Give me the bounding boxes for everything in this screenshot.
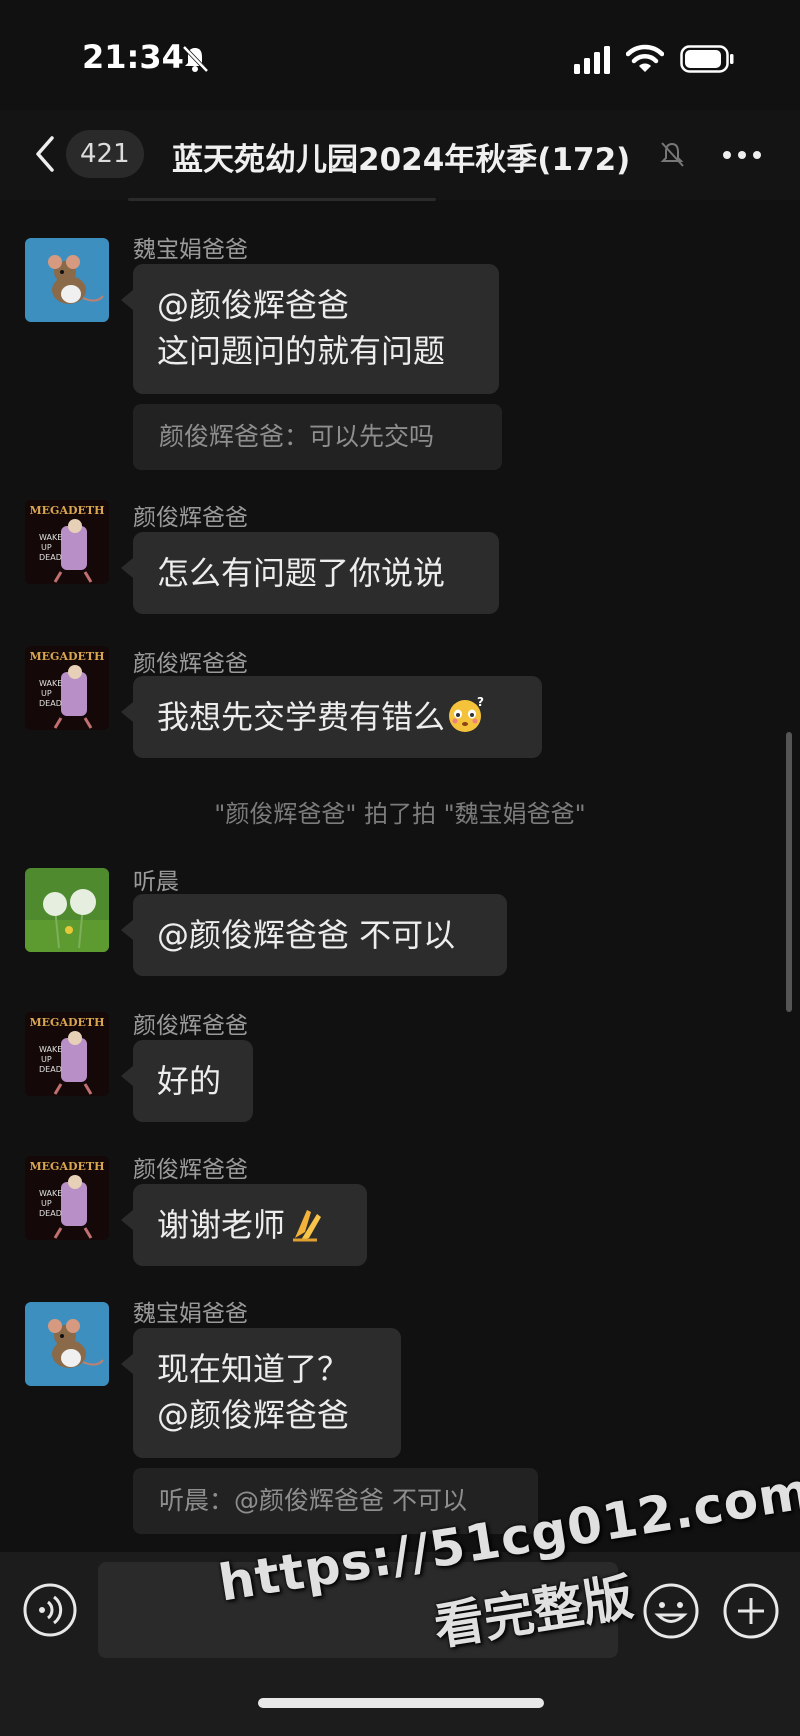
chat-header: 421 蓝天苑幼儿园2024年秋季(172)	[0, 110, 800, 200]
sender-name: 颜俊辉爸爸	[133, 505, 248, 531]
message-text: 谢谢老师	[157, 1206, 286, 1244]
unread-count-badge[interactable]: 421	[66, 130, 144, 178]
flushed-face-emoji: ?	[449, 695, 484, 732]
chat-input-bar	[0, 1552, 800, 1736]
wifi-icon	[626, 44, 664, 72]
svg-text:UP: UP	[41, 543, 52, 552]
message-bubble[interactable]: 现在知道了？ @颜俊辉爸爸	[121, 1328, 401, 1458]
svg-text:MEGADETH: MEGADETH	[30, 650, 105, 663]
scrollbar[interactable]	[786, 732, 792, 1012]
mouse-avatar-icon	[25, 1302, 109, 1386]
svg-text:UP: UP	[41, 1055, 52, 1064]
more-actions-plus-icon[interactable]	[722, 1582, 780, 1640]
svg-text:WAKE: WAKE	[39, 679, 62, 688]
emoji-picker-icon[interactable]	[642, 1582, 700, 1640]
pat-system-message: "颜俊辉爸爸" 拍了拍 "魏宝娟爸爸"	[214, 800, 586, 828]
more-options-icon[interactable]	[722, 150, 762, 160]
battery-icon	[680, 45, 734, 73]
back-chevron-icon[interactable]	[30, 132, 60, 176]
avatar-dandelion[interactable]	[25, 868, 109, 952]
cellular-signal-icon	[574, 46, 610, 74]
message-bubble[interactable]: 我想先交学费有错么 ?	[121, 676, 542, 758]
status-bar: 21:34	[0, 0, 800, 110]
dandelion-avatar-icon	[25, 868, 109, 952]
svg-text:WAKE: WAKE	[39, 1045, 62, 1054]
message-bubble[interactable]: 怎么有问题了你说说	[121, 532, 499, 614]
svg-text:MEGADETH: MEGADETH	[30, 1160, 105, 1173]
svg-text:DEAD: DEAD	[39, 553, 62, 562]
message-input[interactable]	[98, 1562, 618, 1658]
message-text: 我想先交学费有错么	[157, 698, 446, 736]
avatar-mouse[interactable]	[25, 1302, 109, 1386]
message-bubble[interactable]: 好的	[121, 1040, 253, 1122]
message-bubble[interactable]: @颜俊辉爸爸 这问题问的就有问题	[121, 264, 499, 394]
avatar-megadeth[interactable]: MEGADETH WAKE UP DEAD	[25, 1012, 109, 1096]
folded-hands-emoji	[293, 1210, 322, 1242]
sender-name: 颜俊辉爸爸	[133, 651, 248, 677]
quoted-reply[interactable]: 听晨：@颜俊辉爸爸 不可以	[133, 1468, 538, 1534]
svg-text:WAKE: WAKE	[39, 533, 62, 542]
svg-text:WAKE: WAKE	[39, 1189, 62, 1198]
bell-muted-icon	[182, 45, 209, 73]
chat-title[interactable]: 蓝天苑幼儿园2024年秋季(172)	[172, 134, 672, 179]
svg-text:DEAD: DEAD	[39, 699, 62, 708]
album-cover-avatar-icon: MEGADETH WAKE UP DEAD	[25, 500, 109, 584]
sender-name: 魏宝娟爸爸	[133, 237, 248, 263]
svg-text:MEGADETH: MEGADETH	[30, 504, 105, 517]
svg-text:UP: UP	[41, 689, 52, 698]
message-bubble[interactable]: @颜俊辉爸爸 不可以	[121, 894, 507, 976]
svg-text:DEAD: DEAD	[39, 1065, 62, 1074]
avatar-mouse[interactable]	[25, 238, 109, 322]
sender-name: 听晨	[133, 869, 179, 895]
svg-text:DEAD: DEAD	[39, 1209, 62, 1218]
sender-name: 颜俊辉爸爸	[133, 1157, 248, 1183]
album-cover-avatar-icon: MEGADETH WAKE UP DEAD	[25, 646, 109, 730]
sender-name: 魏宝娟爸爸	[133, 1301, 248, 1327]
avatar-megadeth[interactable]: MEGADETH WAKE UP DEAD	[25, 1156, 109, 1240]
status-time: 21:34	[82, 38, 184, 76]
svg-text:?: ?	[477, 695, 484, 709]
avatar-megadeth[interactable]: MEGADETH WAKE UP DEAD	[25, 646, 109, 730]
voice-input-icon[interactable]	[22, 1582, 78, 1638]
avatar-megadeth[interactable]: MEGADETH WAKE UP DEAD	[25, 500, 109, 584]
message-bubble[interactable]: 谢谢老师	[121, 1184, 367, 1266]
svg-text:MEGADETH: MEGADETH	[30, 1016, 105, 1029]
quoted-reply[interactable]: 颜俊辉爸爸：可以先交吗	[133, 404, 502, 470]
sender-name: 颜俊辉爸爸	[133, 1013, 248, 1039]
mouse-avatar-icon	[25, 238, 109, 322]
previous-quote-edge	[128, 198, 436, 201]
home-indicator[interactable]	[258, 1698, 544, 1708]
album-cover-avatar-icon: MEGADETH WAKE UP DEAD	[25, 1012, 109, 1096]
album-cover-avatar-icon: MEGADETH WAKE UP DEAD	[25, 1156, 109, 1240]
bell-muted-icon	[660, 142, 684, 167]
svg-text:UP: UP	[41, 1199, 52, 1208]
